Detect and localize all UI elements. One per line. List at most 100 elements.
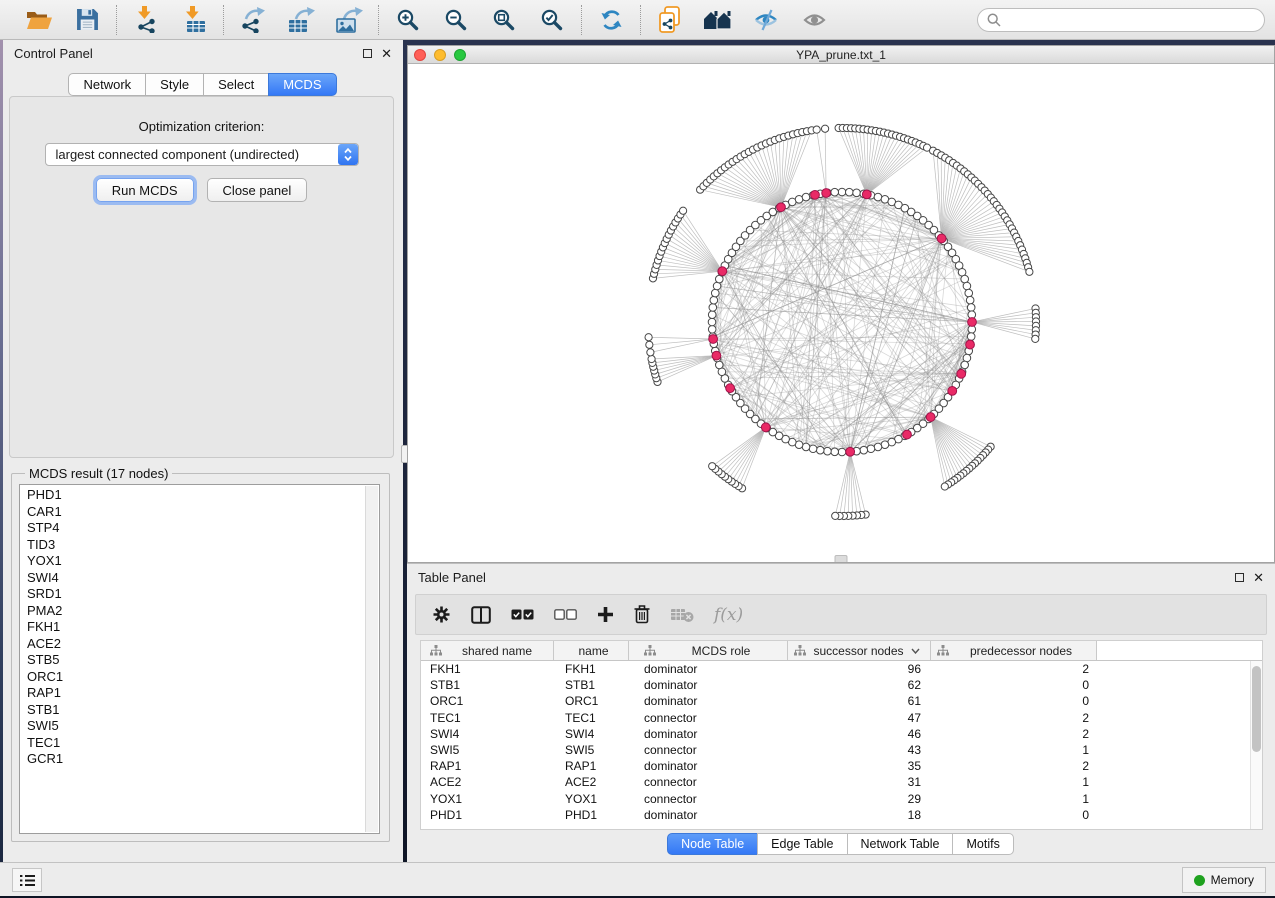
list-item[interactable]: SRD1 [27,586,379,603]
list-item[interactable]: ORC1 [27,669,379,686]
table-settings-button[interactable] [432,603,451,627]
table-row[interactable]: STB1STB1dominator620 [421,677,1262,693]
status-menu-button[interactable] [12,868,42,892]
table-cell: 47 [788,711,931,725]
optimization-criterion-select[interactable]: largest connected component (undirected) [45,143,359,166]
table-cell: YOX1 [421,792,554,806]
table-cell: 31 [788,775,931,789]
memory-button[interactable]: Memory [1182,867,1266,893]
column-header-predecessor-nodes[interactable]: predecessor nodes [931,641,1097,660]
export-table-button[interactable] [285,4,317,36]
tab-select[interactable]: Select [203,73,269,96]
table-panel: Table Panel ✕ [407,563,1275,862]
delete-table-button[interactable] [670,603,694,627]
column-header-shared-name[interactable]: shared name [421,641,554,660]
close-table-panel-icon[interactable]: ✕ [1253,573,1264,582]
memory-label: Memory [1211,873,1254,887]
table-scrollbar-thumb[interactable] [1252,666,1261,752]
select-all-button[interactable] [511,603,534,627]
mcds-result-list[interactable]: PHD1CAR1STP4TID3YOX1SWI4SRD1PMA2FKH1ACE2… [19,484,380,834]
header-filler [1097,641,1262,660]
list-item[interactable]: STB5 [27,652,379,669]
hide-graphics-details-button[interactable] [750,4,782,36]
export-network-button[interactable] [237,4,269,36]
table-row[interactable]: TEC1TEC1connector472 [421,710,1262,726]
table-row[interactable]: FKH1FKH1dominator962 [421,661,1262,677]
column-header-name[interactable]: name [554,641,629,660]
list-item[interactable]: STB1 [27,702,379,719]
table-row[interactable]: SWI5SWI5connector431 [421,742,1262,758]
table-scrollbar[interactable] [1250,661,1262,829]
show-graphics-details-button[interactable] [798,4,830,36]
search-input[interactable] [977,8,1265,32]
tab-network[interactable]: Network [68,73,146,96]
function-builder-button[interactable]: f(x) [714,603,743,627]
zoom-selected-button[interactable] [536,4,568,36]
result-scrollbar[interactable] [365,486,378,832]
column-header-MCDS-role[interactable]: MCDS role [629,641,788,660]
float-panel-icon[interactable] [363,49,372,58]
column-header-successor-nodes[interactable]: successor nodes [788,641,931,660]
table-cell: dominator [629,678,788,692]
list-item[interactable]: FKH1 [27,619,379,636]
zoom-in-icon [396,8,420,32]
network-titlebar[interactable]: YPA_prune.txt_1 [408,46,1274,64]
table-row[interactable]: PHD1PHD1dominator180 [421,807,1262,823]
deselect-all-button[interactable] [554,603,577,627]
zoom-in-button[interactable] [392,4,424,36]
close-panel-icon[interactable]: ✕ [381,49,392,58]
tab-motifs[interactable]: Motifs [952,833,1013,855]
tab-mcds[interactable]: MCDS [268,73,336,96]
table-cell: 61 [788,694,931,708]
save-session-button[interactable] [71,4,103,36]
table-cell: ORC1 [554,694,629,708]
list-item[interactable]: RAP1 [27,685,379,702]
tab-style[interactable]: Style [145,73,204,96]
table-row[interactable]: SWI4SWI4dominator462 [421,726,1262,742]
clone-network-button[interactable] [654,4,686,36]
tab-node-table[interactable]: Node Table [667,833,758,855]
table-cell: 2 [931,759,1097,773]
list-item[interactable]: SWI5 [27,718,379,735]
tab-edge-table[interactable]: Edge Table [757,833,847,855]
attribute-icon [644,645,656,656]
list-item[interactable]: TID3 [27,537,379,554]
list-item[interactable]: PMA2 [27,603,379,620]
close-panel-button[interactable]: Close panel [207,178,308,202]
zoom-out-button[interactable] [440,4,472,36]
open-session-home-button[interactable] [702,4,734,36]
open-session-button[interactable] [23,4,55,36]
list-item[interactable]: STP4 [27,520,379,537]
export-table-icon [288,7,315,33]
table-cell: connector [629,792,788,806]
list-item[interactable]: CAR1 [27,504,379,521]
table-row[interactable]: ACE2ACE2connector311 [421,774,1262,790]
network-graph[interactable] [408,64,1274,562]
float-table-panel-icon[interactable] [1235,573,1244,582]
fit-content-button[interactable] [488,4,520,36]
export-image-button[interactable] [333,4,365,36]
refresh-view-button[interactable] [595,4,627,36]
run-mcds-button[interactable]: Run MCDS [96,178,194,202]
table-row[interactable]: ORC1ORC1dominator610 [421,693,1262,709]
list-item[interactable]: PHD1 [27,487,379,504]
fx-icon: f(x) [714,605,743,625]
horizontal-splitter-handle[interactable] [835,555,848,562]
show-columns-button[interactable] [471,603,491,627]
list-item[interactable]: SWI4 [27,570,379,587]
create-column-button[interactable] [597,603,614,627]
status-bar: Memory [0,862,1275,896]
table-cell: connector [629,711,788,725]
search-field[interactable] [1007,13,1255,27]
network-canvas[interactable] [408,64,1274,562]
list-item[interactable]: ACE2 [27,636,379,653]
import-table-button[interactable] [178,4,210,36]
list-item[interactable]: GCR1 [27,751,379,768]
delete-column-button[interactable] [634,603,650,627]
tab-network-table[interactable]: Network Table [847,833,954,855]
import-network-button[interactable] [130,4,162,36]
table-row[interactable]: RAP1RAP1dominator352 [421,758,1262,774]
list-item[interactable]: TEC1 [27,735,379,752]
table-row[interactable]: YOX1YOX1connector291 [421,791,1262,807]
list-item[interactable]: YOX1 [27,553,379,570]
